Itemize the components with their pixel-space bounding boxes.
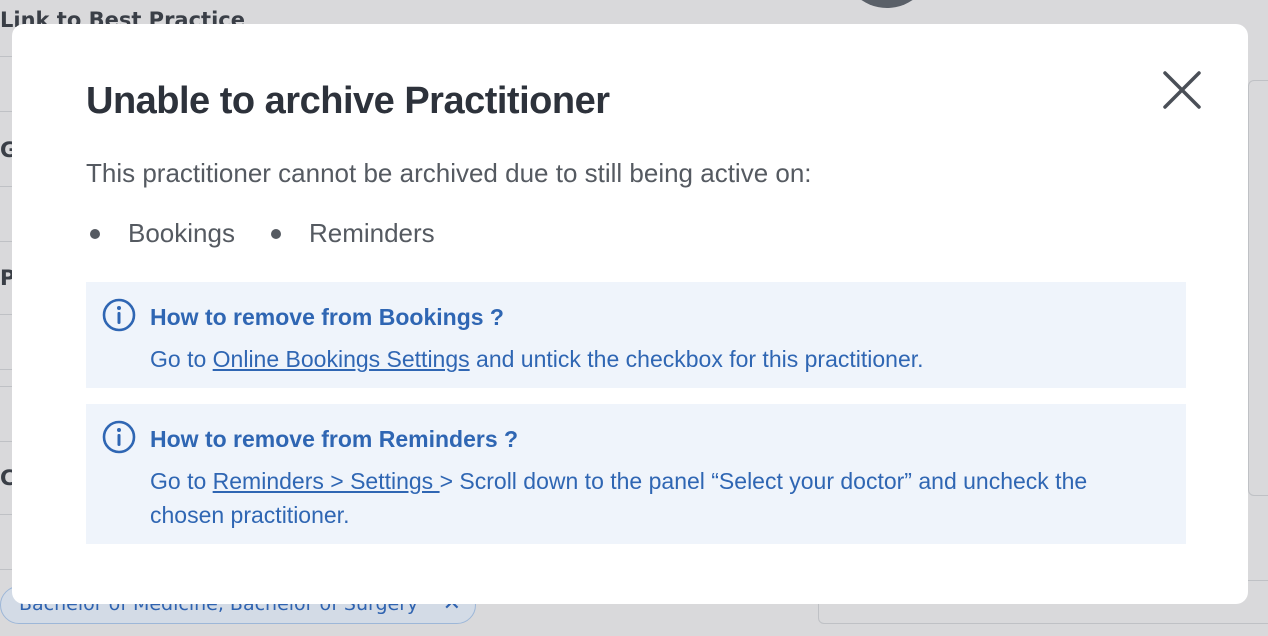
reminders-help-prefix: Go to	[150, 468, 213, 494]
bullet-icon	[270, 228, 281, 239]
bookings-help-text: Go to Online Bookings Settings and untic…	[150, 342, 1166, 376]
bg-right-panel	[1248, 80, 1268, 496]
list-item: Reminders	[267, 218, 435, 249]
close-button[interactable]	[1160, 68, 1204, 112]
reminders-help-box: How to remove from Reminders ? Go to Rem…	[86, 404, 1186, 544]
info-circle-icon	[102, 298, 136, 332]
info-circle-icon	[102, 420, 136, 454]
bullet-icon	[90, 228, 100, 239]
list-item: Bookings	[86, 218, 235, 249]
list-item-label: Reminders	[308, 218, 435, 248]
modal-title: Unable to archive Practitioner	[86, 80, 610, 122]
bookings-help-suffix: and untick the checkbox for this practit…	[469, 346, 924, 372]
bookings-help-prefix: Go to	[150, 346, 213, 372]
bookings-help-box: How to remove from Bookings ? Go to Onli…	[86, 282, 1186, 388]
reminders-help-heading: How to remove from Reminders ?	[150, 426, 519, 452]
reminders-help-text: Go to Reminders > Settings > Scroll down…	[150, 464, 1166, 532]
close-icon	[1163, 71, 1201, 109]
reminders-settings-link[interactable]: Reminders > Settings	[213, 468, 440, 494]
avatar	[842, 0, 932, 8]
bookings-help-heading: How to remove from Bookings ?	[150, 304, 504, 330]
modal-description: This practitioner cannot be archived due…	[86, 158, 812, 188]
archive-error-modal: Unable to archive Practitioner This prac…	[12, 24, 1248, 604]
list-item-label: Bookings	[128, 218, 235, 248]
active-on-list: Bookings Reminders	[86, 218, 467, 249]
online-bookings-settings-link[interactable]: Online Bookings Settings	[213, 346, 470, 372]
